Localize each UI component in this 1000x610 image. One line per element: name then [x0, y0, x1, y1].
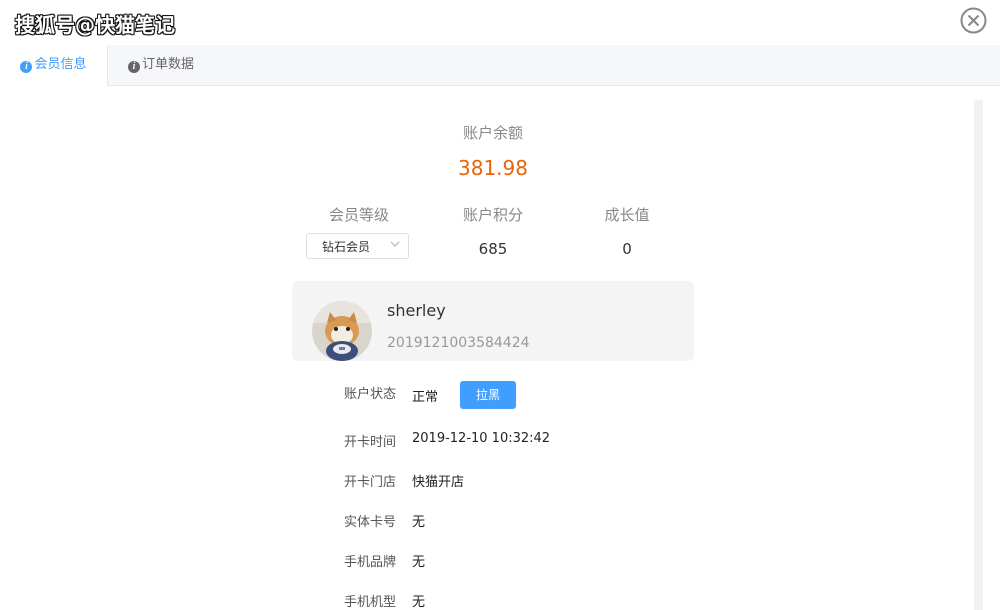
tab-bar: i 会员信息 i 订单数据 — [0, 45, 1000, 86]
member-level-select[interactable]: 钻石会员 — [306, 233, 409, 259]
title-bar: 搜狐号@快猫笔记 — [0, 0, 1000, 46]
phone-model-label: 手机机型 — [344, 595, 397, 610]
info-icon: i — [128, 61, 140, 73]
card-open-store-value: 快猫开店 — [412, 475, 465, 490]
member-detail-dialog: 搜狐号@快猫笔记 i 会员信息 i 订单数据 账户余额 381.98 会员等级 账户… — [0, 0, 1000, 610]
vertical-scrollbar[interactable] — [974, 100, 983, 610]
info-icon: i — [20, 61, 33, 73]
card-open-store-label: 开卡门店 — [344, 475, 397, 490]
physical-card-number-label: 实体卡号 — [344, 515, 397, 530]
balance-label: 账户余额 — [462, 124, 523, 142]
user-id: 2019121003584424 — [387, 335, 530, 351]
username: sherley — [387, 301, 446, 320]
close-button[interactable] — [960, 7, 987, 34]
phone-brand-label: 手机品牌 — [344, 555, 397, 570]
chevron-down-icon — [390, 241, 400, 247]
card-open-time-value: 2019-12-10 10:32:42 — [412, 431, 551, 446]
growth-value: 0 — [622, 240, 632, 258]
level-label: 会员等级 — [328, 206, 389, 224]
physical-card-number-value: 无 — [412, 515, 426, 530]
points-label: 账户积分 — [462, 206, 523, 224]
member-level-value: 钻石会员 — [322, 240, 371, 254]
avatar — [312, 301, 372, 361]
phone-model-value: 无 — [412, 595, 426, 610]
tab-label: 订单数据 — [142, 57, 195, 72]
tab-order-data[interactable]: i 订单数据 — [128, 45, 218, 85]
phone-brand-value: 无 — [412, 555, 426, 570]
card-open-time-label: 开卡时间 — [344, 435, 397, 450]
points-value: 685 — [478, 240, 508, 258]
tab-label: 会员信息 — [34, 57, 87, 72]
close-circle-icon — [960, 7, 987, 34]
growth-label: 成长值 — [604, 206, 650, 224]
account-status-value: 正常 — [412, 390, 439, 405]
tab-member-info[interactable]: i 会员信息 — [0, 45, 108, 86]
cat-avatar-image — [312, 301, 372, 361]
user-card: sherley 2019121003584424 — [292, 281, 694, 361]
dialog-title: 搜狐号@快猫笔记 — [15, 13, 175, 37]
block-button[interactable]: 拉黑 — [460, 381, 516, 409]
balance-value: 381.98 — [458, 156, 528, 180]
account-status-label: 账户状态 — [344, 387, 397, 402]
